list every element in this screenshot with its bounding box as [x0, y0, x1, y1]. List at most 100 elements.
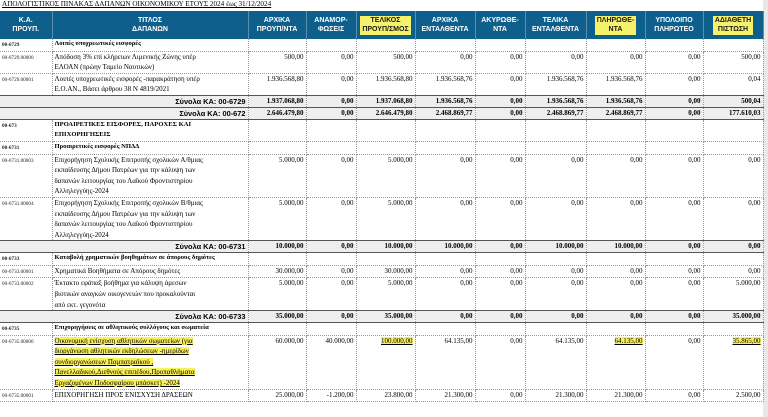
- table-row-item: 00-6731.00003 Επιχορήγηση Σχολικής Επιτρο…: [0, 154, 764, 198]
- column-header-label: ΤΙΤΛΟΣ ΔΑΠΑΝΩΝ: [132, 17, 168, 34]
- value-text: 1.936.568,76: [435, 74, 473, 83]
- empty-cell: [415, 141, 476, 155]
- value-text: 500,00: [284, 52, 304, 61]
- description-line: Επιχορήγηση Σχολικής Επιτροπής σχολικών …: [54, 155, 203, 164]
- table-header-row: Κ.Α. ΠΡΟΥΠ. ΤΙΤΛΟΣ ΔΑΠΑΝΩΝ ΑΡΧΙΚΑ ΠΡΟΥΠ/ΝΤΑ ΑΝ…: [0, 11, 764, 39]
- row-code: 00-6733.00001: [0, 265, 53, 279]
- value-text: 0,00: [460, 279, 473, 288]
- column-header: ΤΕΛΙΚΟΣ ΠΡΟΥΠ/ΣΜΟΣ: [356, 11, 416, 39]
- row-code: 00-673: [0, 119, 53, 143]
- row-group-title: ΠΡΟΑΙΡΕΤΙΚΕΣ ΕΙΣΦΟΡΕΣ, ΠΑΡΟΧΕΣ ΚΑΙ ΕΠΙΧΟ…: [52, 119, 249, 143]
- table-row-hdr: 00-6729 Λοιπές υποχρεωτικές εισφορές: [0, 39, 764, 52]
- description-line: Οικονομική ενίσχυση αθλητικών σωματείων …: [54, 336, 193, 345]
- value-text: 0,00: [460, 266, 473, 275]
- subtotal-value: 0,00: [475, 106, 526, 120]
- empty-cell: [248, 322, 307, 336]
- value-text: 0,00: [510, 266, 523, 275]
- description-line: Αλληλεγγύης-2024: [54, 187, 109, 196]
- empty-cell: [525, 322, 587, 336]
- value-text: 23.800,00: [384, 390, 413, 399]
- column-header-label: ΤΕΛΙΚΟΣ ΠΡΟΥΠ/ΣΜΟΣ: [360, 15, 411, 35]
- subtotal-value: 10.000,00: [415, 240, 476, 254]
- subtotal-value: 1.936.568,76: [586, 94, 646, 108]
- value-text: 1.936.568,80: [266, 74, 304, 83]
- column-header: ΤΕΛΙΚΑ ΕΝΤΑΛΘΕΝΤΑ: [525, 11, 587, 39]
- empty-cell: [306, 119, 357, 143]
- column-header-line1: ΥΠΟΛΟΙΠΟ: [655, 16, 693, 24]
- table-row-item: 00-6735.00001 ΕΠΙΧΟΡΗΓΗΣΗ ΠΡΟΣ ΕΝΙΣΧΥΣΗ Δ…: [0, 389, 764, 403]
- description-line: ΕΛΟΑΝ (πρώην Ταμείο Ναυτικών): [54, 63, 155, 72]
- subtotal-value: 0,00: [475, 94, 526, 108]
- column-header: ΑΝΑΜΟΡ- ΦΩΣΕΙΣ: [306, 11, 357, 39]
- value-text: 21.300,00: [444, 390, 473, 399]
- value-text: 25.000,00: [275, 390, 304, 399]
- subtotal-value: 177.610,03: [703, 106, 764, 120]
- value-text: 500,00: [741, 52, 761, 61]
- column-header-line2: ΠΙΣΤΩΣΗ: [717, 26, 749, 33]
- value-text: 5.000,00: [279, 279, 304, 288]
- column-header: ΑΡΧΙΚΑ ΕΝΤΑΛΘΕΝΤΑ: [415, 11, 476, 39]
- empty-cell: [356, 119, 416, 143]
- description-line: Χρηματικά Βοηθήματα σε Απόρους δημότες: [54, 266, 181, 275]
- empty-cell: [356, 141, 416, 155]
- value-text: 0,00: [510, 52, 523, 61]
- subtotal-value: 2.468.869,77: [525, 106, 587, 120]
- table-row-hdr: 00-6731 Προαιρετικές εισφορές ΝΠΔΔ: [0, 141, 764, 155]
- column-header-line1: ΑΔΙΑΘΕΤΗ: [714, 16, 752, 24]
- value-text: 0,00: [688, 336, 701, 345]
- empty-cell: [356, 39, 416, 52]
- subtotal-value: 0,00: [645, 310, 704, 324]
- description-line: Ε.Ο.ΑΝ., Βάσει άρθρου 38 Ν 4819/2021: [54, 85, 170, 94]
- empty-cell: [356, 322, 416, 336]
- value-cell: 21.300,00: [586, 389, 646, 403]
- value-cell: 0,00: [645, 51, 704, 74]
- value-text: 0,00: [688, 279, 701, 288]
- expenditure-table: Κ.Α. ΠΡΟΥΠ. ΤΙΤΛΟΣ ΔΑΠΑΝΩΝ ΑΡΧΙΚΑ ΠΡΟΥΠ/ΝΤΑ ΑΝ…: [0, 11, 764, 403]
- column-header-line2: ΝΤΑ: [608, 26, 623, 33]
- empty-cell: [475, 252, 526, 266]
- description-line: Απόδοση 3% επί κλήρειων Λιμενικής Ζώνης …: [54, 52, 196, 61]
- subtotal-value: 0,00: [703, 240, 764, 254]
- value-text: 0,00: [510, 336, 523, 345]
- value-text: 0,00: [341, 266, 354, 275]
- value-text: 500,00: [393, 52, 413, 61]
- description-line: βιοτικών αναγκών οικογενειών που προκαλο…: [54, 289, 196, 298]
- empty-cell: [306, 252, 357, 266]
- column-header: ΥΠΟΛΟΙΠΟ ΠΛΗΡΩΤΕΟ: [645, 11, 704, 39]
- value-text: 0,00: [460, 52, 473, 61]
- column-header-line1: ΤΙΤΛΟΣ: [137, 16, 163, 24]
- value-text: 0,00: [688, 52, 701, 61]
- table-row-hdr: 00-6735 Επιχορηγήσεις σε αθλητικούς συλλό…: [0, 322, 764, 336]
- subtotal-value: 35.000,00: [356, 310, 416, 324]
- value-text: 64.135,00: [555, 336, 584, 345]
- value-cell: 1.936.568,80: [248, 73, 307, 96]
- value-cell: 0,00: [586, 51, 646, 74]
- value-cell: 0,00: [586, 265, 646, 279]
- value-text: 1.936.568,76: [546, 74, 584, 83]
- description-line: Έκτακτο εφάπαξ βοήθημα για κάλυψη άμεσων: [54, 279, 187, 288]
- value-text: 0,00: [571, 266, 584, 275]
- value-text: 60.000,00: [275, 336, 304, 345]
- value-text: 0,00: [748, 155, 761, 164]
- value-cell: 5.000,00: [356, 277, 416, 312]
- description-line: Επιχορήγηση Σχολικής Επιτροπής σχολικών …: [54, 198, 203, 207]
- row-group-title: Λοιπές υποχρεωτικές εισφορές: [52, 39, 249, 52]
- description-line: από εκτ. γεγονότα: [54, 300, 106, 309]
- empty-cell: [645, 119, 704, 143]
- value-cell: 0,00: [475, 265, 526, 279]
- empty-cell: [703, 119, 764, 143]
- column-header-label: ΥΠΟΛΟΙΠΟ ΠΛΗΡΩΤΕΟ: [654, 17, 693, 34]
- value-cell: 0,00: [306, 265, 357, 279]
- row-description: Λοιπές υποχρεωτικές εισφορές -παρακράτησ…: [52, 73, 249, 96]
- value-text: 0,00: [630, 198, 643, 207]
- empty-cell: [586, 39, 646, 52]
- value-cell: 30.000,00: [356, 265, 416, 279]
- value-text: 0,00: [341, 155, 354, 164]
- value-text: 30.000,00: [384, 266, 413, 275]
- value-text: 0,00: [341, 279, 354, 288]
- description-line: εκπαίδευσης Δήμου Πατρέων για την κάλυψη…: [54, 209, 196, 218]
- empty-cell: [645, 322, 704, 336]
- row-code: 00-6733.00002: [0, 277, 53, 312]
- row-group-title: Επιχορηγήσεις σε αθλητικούς συλλόγους κα…: [52, 322, 249, 336]
- description-line: δαπανών λειτουργίας του Λαϊκού Φροντιστη…: [54, 220, 193, 229]
